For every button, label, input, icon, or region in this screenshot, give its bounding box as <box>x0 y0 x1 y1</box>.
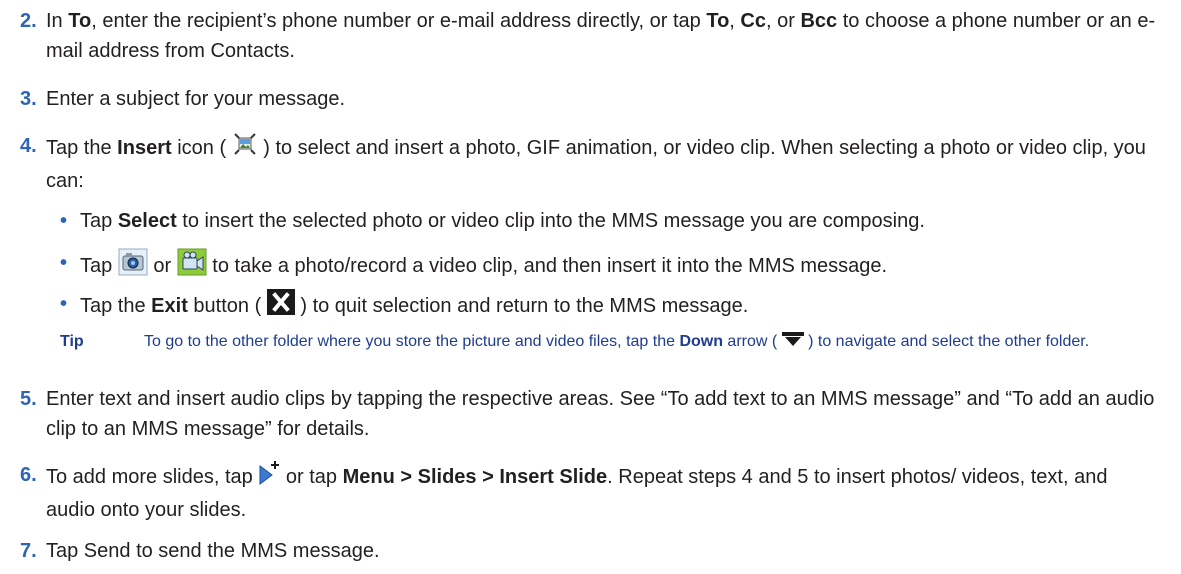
step-3: 3. Enter a subject for your message. <box>20 84 1160 114</box>
bullet: • <box>60 210 68 232</box>
step-number: 4. <box>20 135 37 157</box>
bullet-text: Tap Select to insert the selected photo … <box>80 210 925 232</box>
bullet-text: Tap or to take a photo/record a video cl… <box>80 248 1170 285</box>
step-number: 2. <box>20 10 37 32</box>
video-camera-icon <box>177 248 207 285</box>
document-page: 2. In To, enter the recipient’s phone nu… <box>0 0 1181 574</box>
insert-media-icon <box>232 131 258 166</box>
step-number: 5. <box>20 388 37 410</box>
tip-label: Tip <box>60 333 84 350</box>
step-number: 3. <box>20 88 37 110</box>
bullet-text: Tap the Exit button ( ) to quit selectio… <box>80 289 1170 324</box>
step-text: Enter a subject for your message. <box>46 88 346 110</box>
step-number: 7. <box>20 540 37 562</box>
bullet-item-exit: • Tap the Exit button ( ) to quit select… <box>60 289 1170 324</box>
bullet: • <box>60 252 68 274</box>
step-2: 2. In To, enter the recipient’s phone nu… <box>20 6 1160 66</box>
step-5: 5. Enter text and insert audio clips by … <box>20 384 1160 444</box>
camera-icon <box>118 248 148 285</box>
tip-text: To go to the other folder where you stor… <box>144 330 1160 354</box>
step-4: 4. Tap the Insert icon ( ) to select and… <box>20 131 1160 196</box>
step-number: 6. <box>20 464 37 486</box>
down-arrow-icon <box>781 330 804 354</box>
step-6: 6. To add more slides, tap or tap Menu >… <box>20 460 1160 525</box>
bullet: • <box>60 293 68 315</box>
step-text: Tap the Insert icon ( ) to select and in… <box>46 131 1160 196</box>
step-text: Tap Send to send the MMS message. <box>46 540 380 562</box>
tip-note: Tip To go to the other folder where you … <box>60 330 1160 354</box>
bullet-item-select: • Tap Select to insert the selected phot… <box>60 206 1170 236</box>
bullet-item-capture: • Tap or to take a photo/record a video … <box>60 248 1170 285</box>
step-text: To add more slides, tap or tap Menu > Sl… <box>46 460 1160 525</box>
exit-icon <box>266 289 295 324</box>
step-text: In To, enter the recipient’s phone numbe… <box>46 10 1156 62</box>
add-slide-icon <box>258 460 280 495</box>
step-text: Enter text and insert audio clips by tap… <box>46 388 1155 440</box>
step-7: 7. Tap Send to send the MMS message. <box>20 536 1160 566</box>
